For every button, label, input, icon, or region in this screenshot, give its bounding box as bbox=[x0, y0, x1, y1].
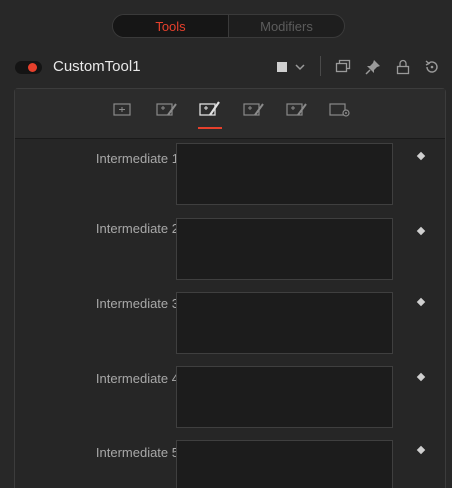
settings-tab-icon[interactable] bbox=[328, 99, 352, 119]
inspector-tab-switcher: Tools Modifiers bbox=[112, 14, 345, 38]
intermediate-5-keyframe-icon[interactable] bbox=[416, 445, 426, 455]
tool-header: CustomTool1 bbox=[0, 52, 452, 82]
intermediate-4-label: Intermediate 4 bbox=[95, 371, 179, 386]
pin-icon[interactable] bbox=[365, 59, 381, 75]
lock-icon[interactable] bbox=[396, 59, 410, 75]
toggle-indicator bbox=[28, 63, 37, 72]
tool-color-swatch[interactable] bbox=[277, 62, 287, 72]
intermediate-2-keyframe-icon[interactable] bbox=[416, 226, 426, 236]
inspector-panel: Tools Modifiers CustomTool1 Intermediate… bbox=[0, 0, 452, 488]
intermediate-tab-icon[interactable] bbox=[155, 99, 179, 119]
window-icon[interactable] bbox=[335, 59, 351, 73]
intermediate-1-label: Intermediate 1 bbox=[95, 151, 179, 166]
intermediate-5-field[interactable] bbox=[176, 440, 393, 488]
intermediate-1-keyframe-icon[interactable] bbox=[416, 151, 426, 161]
controls-tab-icon[interactable] bbox=[112, 99, 136, 119]
channels-tab-icon[interactable] bbox=[242, 99, 266, 119]
intermediate-5-label: Intermediate 5 bbox=[95, 445, 179, 460]
control-page-tabs bbox=[15, 89, 445, 139]
header-divider bbox=[320, 56, 321, 76]
tool-controls-panel: Intermediate 1 Intermediate 2 Intermedia… bbox=[14, 88, 446, 488]
intermediate-3-keyframe-icon[interactable] bbox=[416, 297, 426, 307]
intermediate-1-field[interactable] bbox=[176, 143, 393, 205]
active-tab-underline bbox=[198, 127, 222, 129]
intermediate-3-field[interactable] bbox=[176, 292, 393, 354]
chevron-down-icon[interactable] bbox=[295, 64, 305, 71]
intermediate-2-field[interactable] bbox=[176, 218, 393, 280]
tool-enable-toggle[interactable] bbox=[15, 61, 42, 74]
intermediate-2-label: Intermediate 2 bbox=[95, 221, 179, 236]
intermediate-4-field[interactable] bbox=[176, 366, 393, 428]
tool-name: CustomTool1 bbox=[53, 58, 141, 75]
reset-icon[interactable] bbox=[424, 59, 440, 75]
setup-tab-icon[interactable] bbox=[198, 99, 222, 119]
tab-tools[interactable]: Tools bbox=[113, 15, 229, 37]
intermediate-4-keyframe-icon[interactable] bbox=[416, 372, 426, 382]
tab-modifiers[interactable]: Modifiers bbox=[229, 15, 344, 37]
image-tab-icon[interactable] bbox=[285, 99, 309, 119]
intermediate-3-label: Intermediate 3 bbox=[95, 296, 179, 311]
